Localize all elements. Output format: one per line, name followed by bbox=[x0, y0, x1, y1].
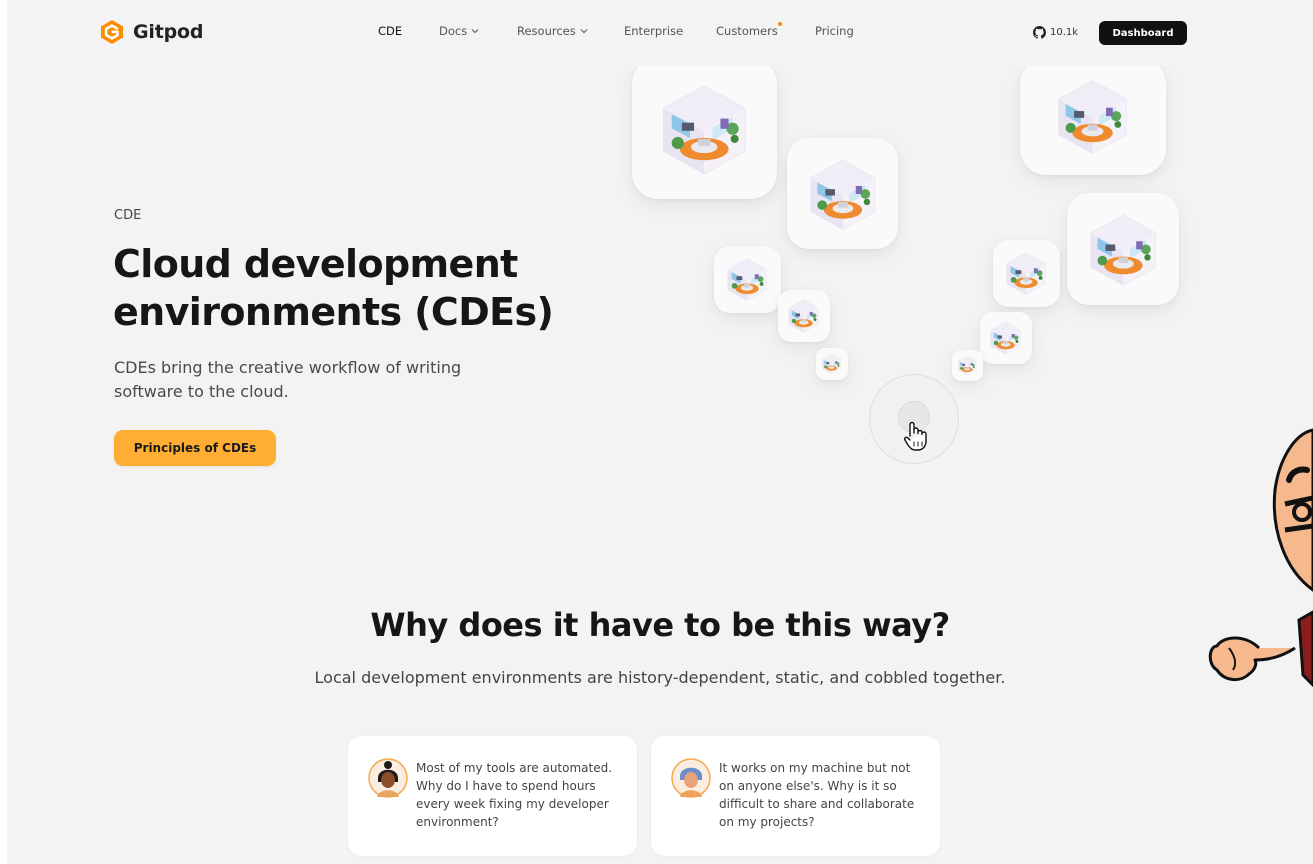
chevron-down-icon bbox=[580, 29, 588, 34]
room-tile bbox=[980, 312, 1032, 364]
room-tile bbox=[714, 246, 781, 313]
nav-item-pricing[interactable]: Pricing bbox=[815, 24, 854, 38]
hero-subtitle: CDEs bring the creative workflow of writ… bbox=[114, 358, 462, 401]
room-illustration-icon bbox=[956, 354, 978, 376]
page: Gitpod CDE Docs Resources Enterprise Cus… bbox=[7, 0, 1313, 864]
github-stars-link[interactable]: 10.1k bbox=[1033, 26, 1078, 39]
mascot-illustration bbox=[1208, 428, 1313, 688]
hero-eyebrow: CDE bbox=[114, 208, 142, 223]
room-tile bbox=[632, 58, 777, 199]
room-illustration-icon bbox=[1083, 209, 1164, 290]
gitpod-logo[interactable]: Gitpod bbox=[99, 18, 203, 46]
nav-item-label: Docs bbox=[439, 24, 468, 38]
room-tile bbox=[778, 290, 830, 342]
notification-dot bbox=[777, 22, 782, 26]
testimonial-quote: Most of my tools are automated. Why do I… bbox=[416, 761, 613, 829]
room-illustration-icon bbox=[1040, 74, 1145, 158]
room-tile bbox=[1020, 58, 1166, 175]
room-tile bbox=[1067, 193, 1179, 305]
room-illustration-icon bbox=[652, 78, 756, 180]
room-tile bbox=[787, 138, 898, 249]
pointer-hand-icon bbox=[904, 421, 927, 451]
nav-item-label: Enterprise bbox=[624, 24, 684, 38]
nav-item-enterprise[interactable]: Enterprise bbox=[624, 24, 683, 38]
room-illustration-icon bbox=[803, 154, 883, 234]
nav-item-customers[interactable]: Customers bbox=[716, 22, 782, 38]
testimonial-card: Most of my tools are automated. Why do I… bbox=[348, 736, 637, 856]
section-subtitle: Local development environments are histo… bbox=[314, 668, 1006, 687]
nav-item-docs[interactable]: Docs bbox=[439, 24, 479, 38]
nav-item-label: Resources bbox=[517, 24, 576, 38]
nav-item-cde[interactable]: CDE bbox=[378, 24, 402, 38]
hero-title: Cloud development environments (CDEs) bbox=[113, 242, 554, 334]
room-tile bbox=[952, 350, 983, 381]
top-navigation: Gitpod CDE Docs Resources Enterprise Cus… bbox=[7, 0, 1313, 66]
avatar-icon bbox=[671, 758, 711, 798]
testimonial-quote: It works on my machine but not on anyone… bbox=[719, 761, 915, 829]
room-illustration-icon bbox=[723, 255, 771, 303]
avatar-icon bbox=[368, 758, 408, 798]
room-illustration-icon bbox=[987, 319, 1024, 356]
gitpod-logo-icon bbox=[101, 20, 123, 44]
principles-of-cdes-button[interactable]: Principles of CDEs bbox=[114, 430, 276, 466]
dashboard-button[interactable]: Dashboard bbox=[1099, 21, 1187, 45]
github-stars-count: 10.1k bbox=[1050, 27, 1079, 38]
logo-text: Gitpod bbox=[133, 21, 204, 43]
chevron-down-icon bbox=[471, 29, 479, 34]
nav-item-label: Pricing bbox=[815, 24, 854, 38]
room-illustration-icon bbox=[820, 352, 843, 375]
room-illustration-icon bbox=[1002, 249, 1050, 297]
nav-item-resources[interactable]: Resources bbox=[517, 24, 588, 38]
room-illustration-icon bbox=[785, 297, 822, 334]
nav-item-label: CDE bbox=[378, 24, 403, 38]
github-icon bbox=[1033, 26, 1046, 39]
nav-item-label: Customers bbox=[716, 24, 778, 38]
testimonial-card: It works on my machine but not on anyone… bbox=[651, 736, 940, 856]
section-title: Why does it have to be this way? bbox=[370, 606, 950, 644]
room-tile bbox=[993, 240, 1060, 307]
room-tile bbox=[816, 348, 848, 380]
